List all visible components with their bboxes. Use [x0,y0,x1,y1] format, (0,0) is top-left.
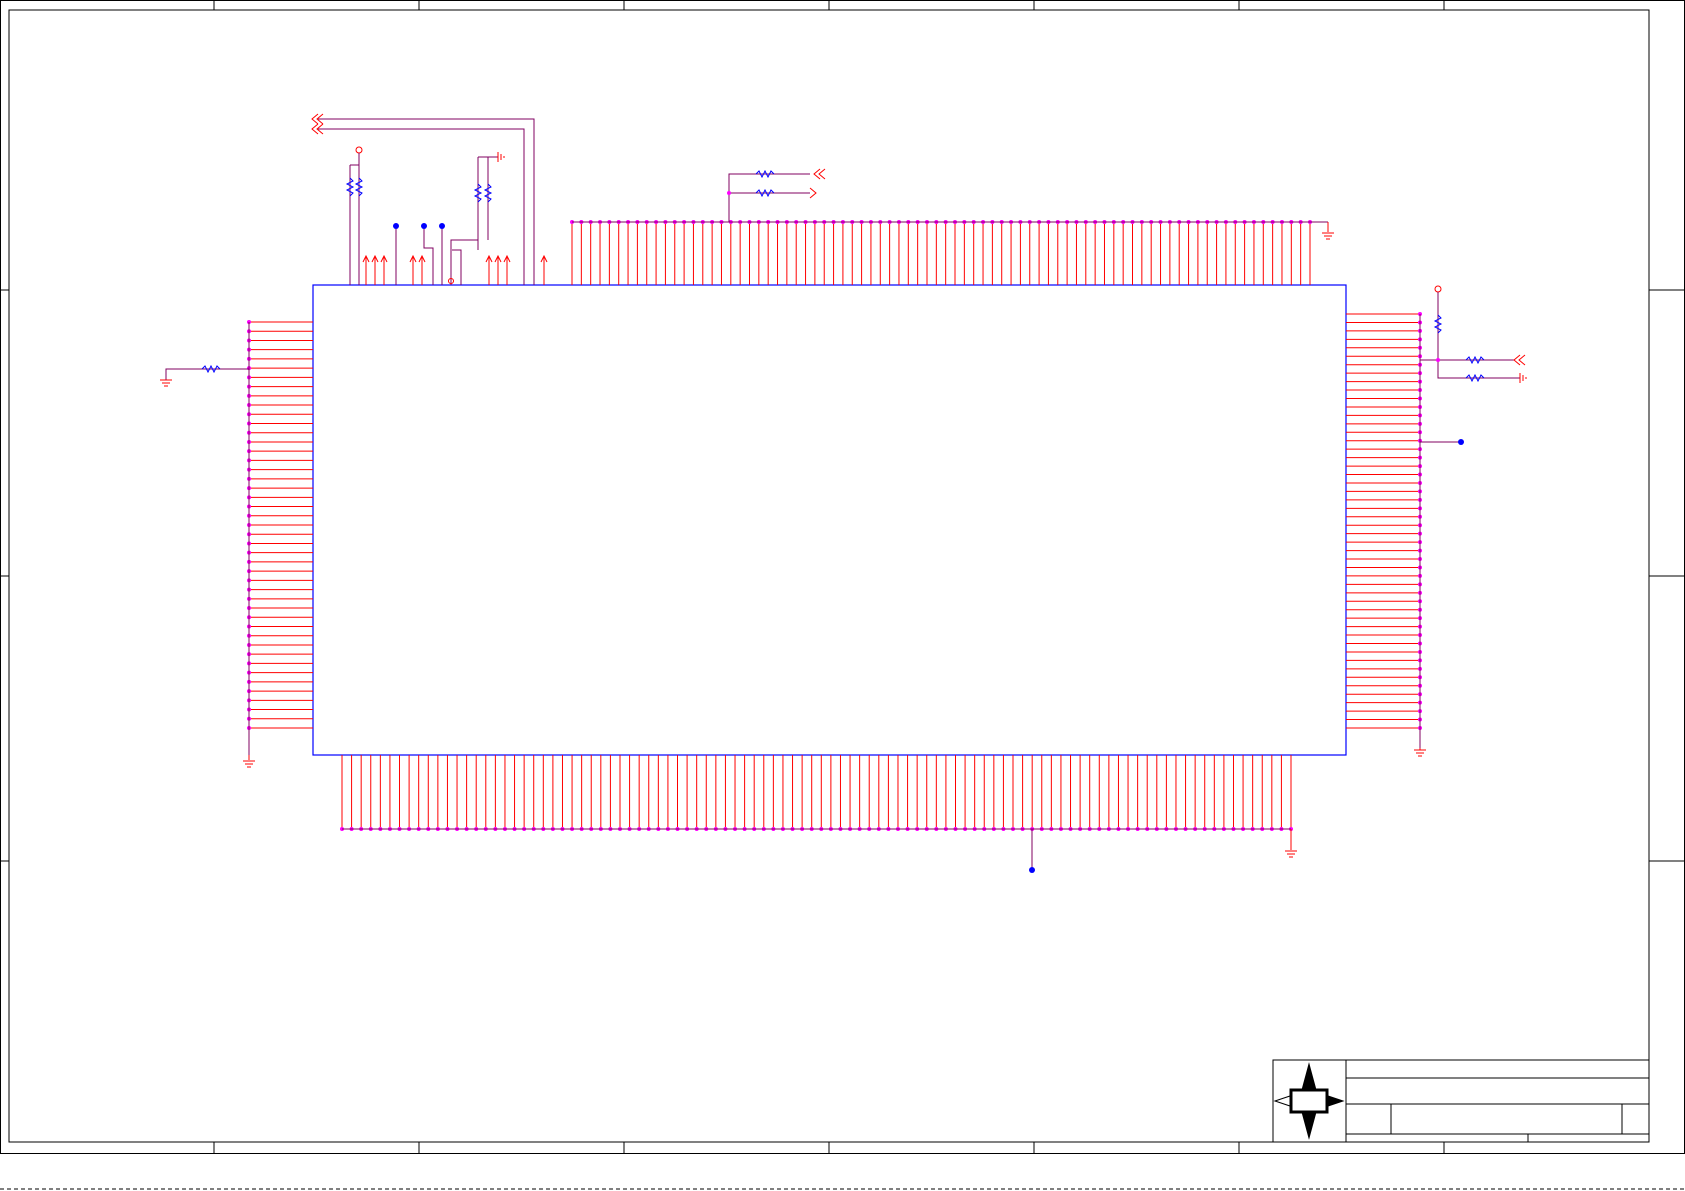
top-left-signals [311,113,548,285]
right-resistors [1414,285,1527,757]
ic-body [312,284,1347,756]
bottom-pins [340,755,1293,831]
left-resistor [160,322,255,768]
bottom-bus [342,828,1297,873]
right-pins [1346,312,1422,730]
compass-star-icon [1273,1062,1345,1140]
top-pins [570,220,1312,285]
sheet-frame [0,0,1685,1154]
left-pins [247,320,313,730]
top-resistors [572,168,1334,240]
zone-ticks [0,0,1685,1154]
schematic-sheet [0,0,1685,1190]
